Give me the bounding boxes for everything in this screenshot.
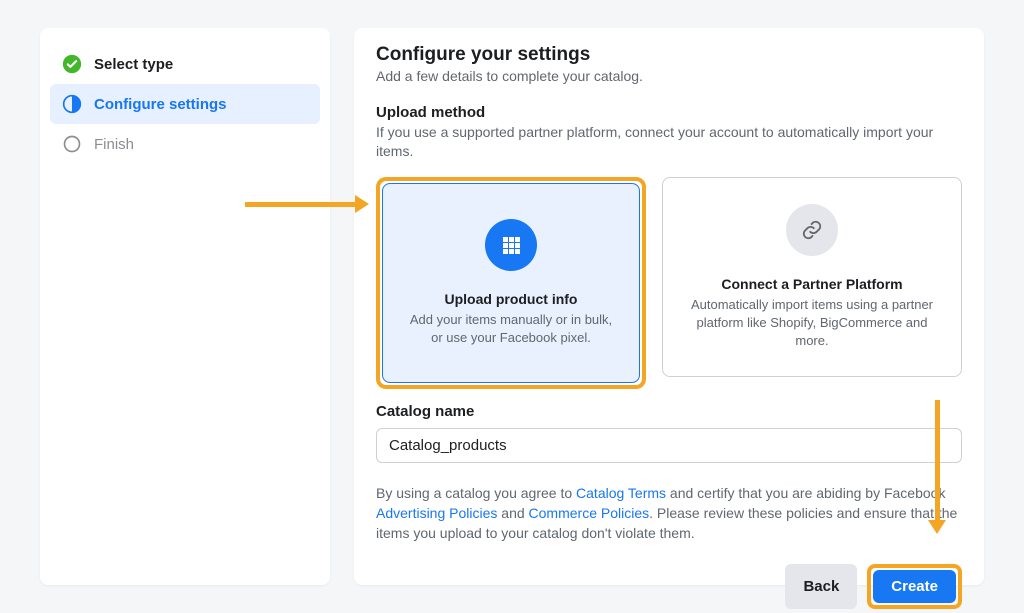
commerce-policies-link[interactable]: Commerce Policies [529, 505, 650, 521]
advertising-policies-link[interactable]: Advertising Policies [376, 505, 497, 521]
half-circle-icon [62, 94, 82, 114]
page-subtitle: Add a few details to complete your catal… [376, 68, 962, 84]
option-upload-product-info[interactable]: Upload product info Add your items manua… [382, 183, 640, 383]
grid-icon [485, 219, 537, 271]
arrow-annotation-vertical [928, 400, 946, 534]
arrow-annotation-horizontal [245, 195, 369, 213]
step-label: Configure settings [94, 96, 227, 113]
page-title: Configure your settings [376, 44, 962, 66]
highlight-box-upload: Upload product info Add your items manua… [376, 177, 646, 389]
catalog-terms-link[interactable]: Catalog Terms [576, 485, 666, 501]
catalog-name-label: Catalog name [376, 403, 962, 420]
create-button[interactable]: Create [873, 570, 956, 603]
catalog-name-input[interactable] [376, 428, 962, 463]
empty-circle-icon [62, 134, 82, 154]
option-title: Connect a Partner Platform [721, 276, 902, 292]
upload-options: Upload product info Add your items manua… [376, 177, 962, 389]
sidebar: Select type Configure settings Finish [40, 28, 330, 585]
option-title: Upload product info [445, 291, 578, 307]
back-button[interactable]: Back [785, 564, 857, 609]
upload-method-label: Upload method [376, 104, 962, 121]
option-desc: Automatically import items using a partn… [683, 296, 941, 349]
step-select-type[interactable]: Select type [50, 44, 320, 84]
check-circle-icon [62, 54, 82, 74]
link-icon [786, 204, 838, 256]
option-connect-partner[interactable]: Connect a Partner Platform Automatically… [662, 177, 962, 377]
option-desc: Add your items manually or in bulk, or u… [403, 311, 619, 346]
agreement-text: By using a catalog you agree to Catalog … [376, 483, 962, 544]
highlight-box-create: Create [867, 564, 962, 609]
step-finish[interactable]: Finish [50, 124, 320, 164]
main-panel: Configure your settings Add a few detail… [354, 28, 984, 585]
step-configure-settings[interactable]: Configure settings [50, 84, 320, 124]
upload-method-help: If you use a supported partner platform,… [376, 123, 962, 161]
footer-buttons: Back Create [376, 564, 962, 609]
step-label: Finish [94, 136, 134, 153]
step-label: Select type [94, 56, 173, 73]
